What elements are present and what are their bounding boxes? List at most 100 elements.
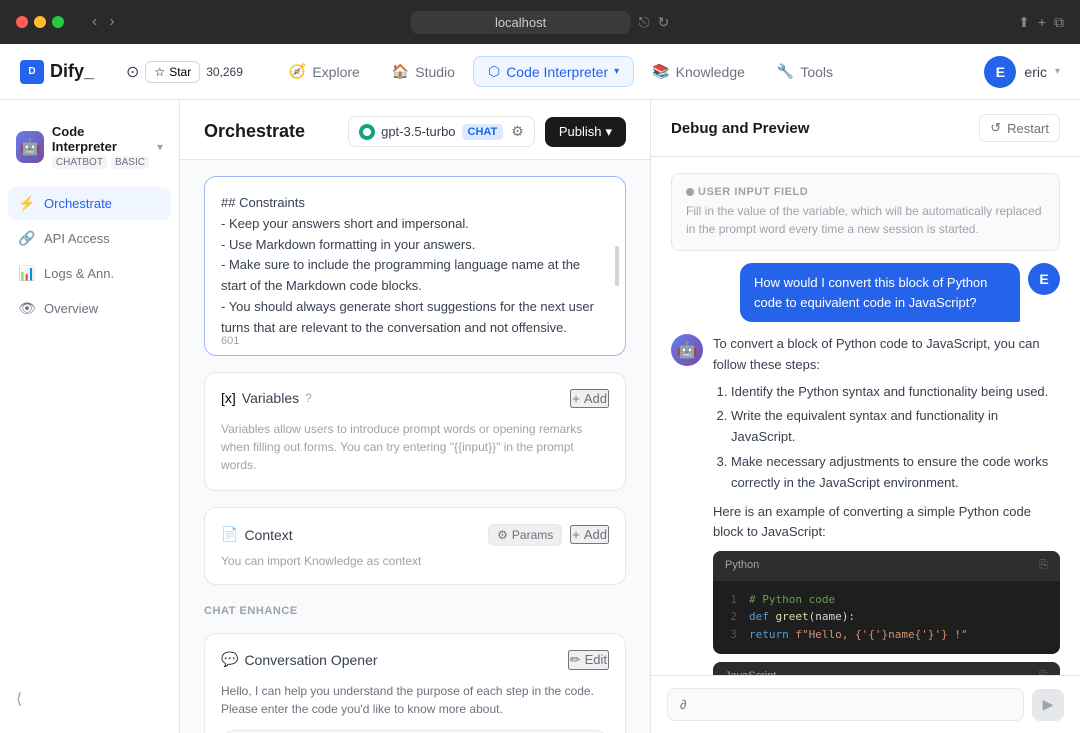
user-message-bubble: How would I convert this block of Python… — [740, 263, 1020, 322]
context-add-button[interactable]: + Add — [570, 525, 609, 544]
sidebar-logs-label: Logs & Ann. — [44, 266, 114, 281]
logo-letter: D — [28, 66, 35, 77]
edit-label: Edit — [585, 652, 607, 667]
python-copy-icon[interactable]: ⎘ — [1039, 557, 1048, 575]
api-icon: 🔗 — [18, 230, 36, 247]
context-add-label: Add — [584, 527, 607, 542]
variables-add-button[interactable]: + Add — [570, 389, 609, 408]
titlebar-nav: ‹ › — [88, 11, 119, 33]
knowledge-icon: 📚 — [652, 63, 669, 80]
user-avatar[interactable]: E — [984, 56, 1016, 88]
variables-title-area: [x] Variables ? — [221, 390, 312, 406]
code-interpreter-chevron: ▾ — [614, 66, 619, 77]
model-selector[interactable]: gpt-3.5-turbo CHAT ⚙ — [348, 116, 535, 147]
input-field-dot — [686, 188, 694, 196]
star-icon: ☆ — [154, 65, 165, 79]
close-button[interactable] — [16, 16, 28, 28]
user-chevron-icon: ▾ — [1055, 66, 1060, 77]
user-input-label: USER INPUT FIELD — [686, 186, 1045, 198]
context-params-button[interactable]: ⚙ Params — [488, 524, 562, 546]
settings-icon[interactable]: ⚙ — [511, 123, 524, 140]
variables-block: [x] Variables ? + Add Variables allow us… — [204, 372, 626, 491]
nav-link-tools[interactable]: 🔧 Tools — [763, 57, 847, 86]
send-button[interactable]: ▶ — [1032, 689, 1064, 721]
user-avatar-right: E — [1028, 263, 1060, 295]
titlebar-icons: ⬆ + ⧉ — [1018, 14, 1064, 31]
publish-label: Publish — [559, 124, 602, 139]
star-button[interactable]: ☆ Star — [145, 61, 200, 83]
sidebar-item-logs[interactable]: 📊 Logs & Ann. — [8, 257, 171, 290]
app-icon: 🤖 — [16, 131, 44, 163]
traffic-lights — [16, 16, 64, 28]
nav-link-explore[interactable]: 🧭 Explore — [275, 57, 374, 86]
content-area: Orchestrate gpt-3.5-turbo CHAT ⚙ Publish… — [180, 100, 1080, 733]
refresh-icon[interactable]: ↻ — [658, 14, 670, 31]
python-lang-label: Python — [725, 557, 759, 575]
sidebar-item-api-access[interactable]: 🔗 API Access — [8, 222, 171, 255]
knowledge-label: Knowledge — [676, 64, 745, 80]
conversation-icon: 💬 — [221, 651, 238, 668]
debug-title: Debug and Preview — [671, 120, 809, 137]
publish-button[interactable]: Publish ▾ — [545, 117, 626, 147]
prompt-counter: 601 — [221, 335, 239, 347]
prompt-scrollbar[interactable] — [615, 246, 619, 286]
conversation-edit-button[interactable]: ✏ Edit — [568, 650, 609, 670]
add-tab-icon[interactable]: + — [1038, 14, 1046, 31]
python-code-header: Python ⎘ — [713, 551, 1060, 581]
context-actions: ⚙ Params + Add — [488, 524, 609, 546]
back-button[interactable]: ‹ — [88, 11, 101, 33]
params-label: Params — [512, 528, 553, 542]
bot-steps: Identify the Python syntax and functiona… — [713, 382, 1060, 494]
sidebar-item-overview[interactable]: 👁 Overview — [8, 292, 171, 325]
orchestrate-panel: Orchestrate gpt-3.5-turbo CHAT ⚙ Publish… — [180, 100, 650, 733]
conversation-opener-text: Hello, I can help you understand the pur… — [221, 682, 609, 718]
username: eric — [1024, 64, 1047, 80]
app-title-area[interactable]: 🤖 Code Interpreter CHATBOT BASIC ▾ — [8, 116, 171, 177]
orchestrate-icon: ⚡ — [18, 195, 36, 212]
params-icon: ⚙ — [497, 528, 508, 542]
context-title: Context — [244, 527, 292, 543]
suggestion-chip-0[interactable]: Can you explain how this JavaScript func… — [221, 730, 609, 733]
js-code-header: JavaScript ⎘ — [713, 662, 1060, 675]
app-chevron-icon: ▾ — [157, 140, 163, 154]
split-icon[interactable]: ⧉ — [1054, 14, 1064, 31]
nav-link-studio[interactable]: 🏠 Studio — [378, 57, 469, 86]
app-type-tag: CHATBOT — [52, 156, 107, 169]
topnav: D Dify_ ⊙ ☆ Star 30,269 🧭 Explore 🏠 Stud… — [0, 44, 1080, 100]
github-area: ⊙ ☆ Star 30,269 — [126, 61, 243, 83]
nav-link-code-interpreter[interactable]: ⬡ Code Interpreter ▾ — [473, 56, 634, 87]
header-right: gpt-3.5-turbo CHAT ⚙ Publish ▾ — [348, 116, 626, 147]
model-name: gpt-3.5-turbo — [381, 124, 455, 139]
js-copy-icon[interactable]: ⎘ — [1039, 668, 1048, 675]
url-bar[interactable]: localhost — [411, 11, 631, 34]
context-block: 📄 Context ⚙ Params + Add — [204, 507, 626, 585]
sidebar-item-orchestrate[interactable]: ⚡ Orchestrate — [8, 187, 171, 220]
user-input-label-text: USER INPUT FIELD — [698, 186, 808, 198]
python-line-3: 3 return f"Hello, {'{'}name{'}'} !" — [725, 626, 1048, 644]
collapse-sidebar-button[interactable]: ⟨ — [8, 681, 171, 717]
logo-icon: D — [20, 60, 44, 84]
forward-button[interactable]: › — [105, 11, 118, 33]
variables-description: Variables allow users to introduce promp… — [221, 420, 609, 474]
logo-text: Dify_ — [50, 61, 94, 82]
variables-title: Variables — [242, 390, 299, 406]
github-icon: ⊙ — [126, 62, 139, 82]
context-description: You can import Knowledge as context — [221, 554, 609, 568]
upload-icon[interactable]: ⬆ — [1018, 14, 1030, 31]
restart-button[interactable]: ↺ Restart — [979, 114, 1060, 142]
bot-message-content: To convert a block of Python code to Jav… — [713, 334, 1060, 675]
titlebar: ‹ › localhost ⎋ ↻ ⬆ + ⧉ — [0, 0, 1080, 44]
bot-step-1: Identify the Python syntax and functiona… — [731, 382, 1060, 403]
chat-input[interactable] — [667, 688, 1024, 721]
python-code-block: Python ⎘ 1 # Python code 2 — [713, 551, 1060, 653]
share-icon: ⎋ — [639, 14, 650, 31]
nav-link-knowledge[interactable]: 📚 Knowledge — [638, 57, 759, 86]
minimize-button[interactable] — [34, 16, 46, 28]
variables-help-icon[interactable]: ? — [305, 391, 312, 405]
bot-step-3: Make necessary adjustments to ensure the… — [731, 452, 1060, 494]
maximize-button[interactable] — [52, 16, 64, 28]
prompt-block[interactable]: ## Constraints - Keep your answers short… — [204, 176, 626, 356]
user-message: How would I convert this block of Python… — [671, 263, 1060, 322]
app-info: Code Interpreter CHATBOT BASIC — [52, 124, 149, 169]
debug-scroll: USER INPUT FIELD Fill in the value of th… — [651, 157, 1080, 675]
